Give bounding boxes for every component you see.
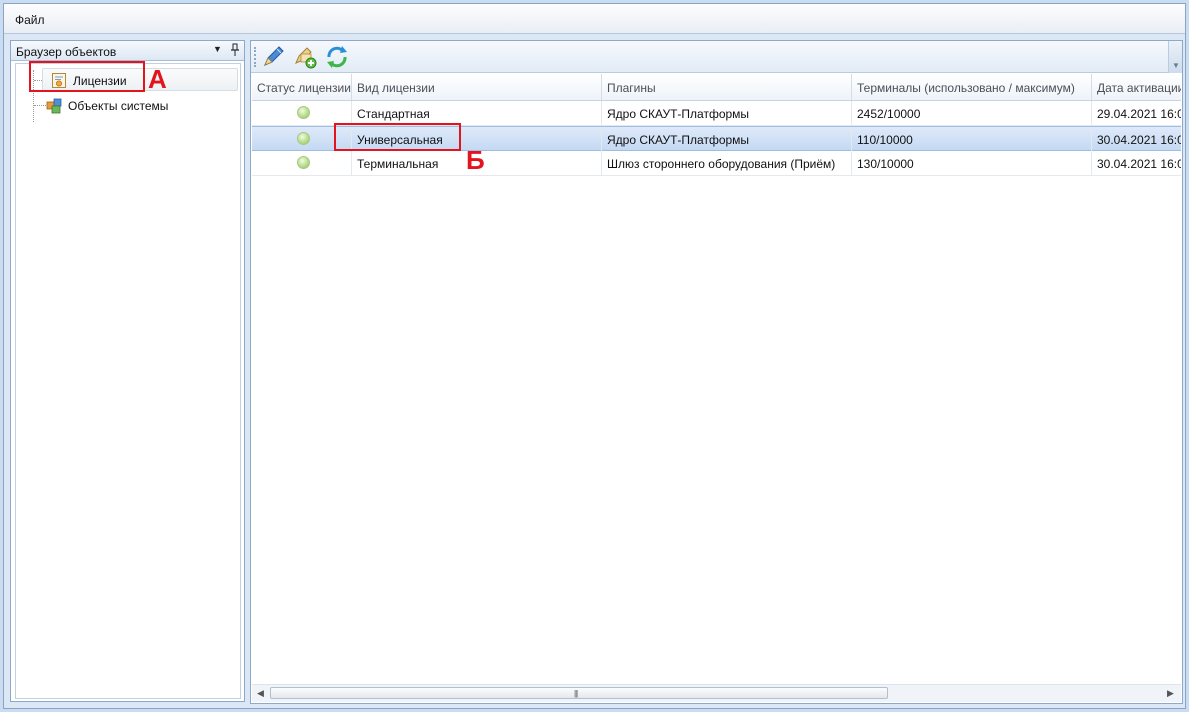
- table-row[interactable]: Терминальная Шлюз стороннего оборудовани…: [252, 151, 1181, 176]
- licenses-table: Статус лицензии Вид лицензии Плагины Тер…: [252, 74, 1181, 684]
- menu-file[interactable]: Файл: [15, 13, 45, 27]
- horizontal-scrollbar[interactable]: ◀ ||| ▶: [252, 684, 1181, 702]
- tree-item-label: Объекты системы: [68, 99, 169, 113]
- toolbar: [251, 41, 1168, 73]
- pin-icon[interactable]: [230, 43, 240, 57]
- menu-bar: Файл: [4, 4, 1185, 34]
- column-header-plugins[interactable]: Плагины: [602, 74, 852, 100]
- terminals-cell: 130/10000: [852, 151, 1092, 175]
- add-button[interactable]: [291, 44, 319, 70]
- system-objects-icon: [46, 98, 62, 114]
- status-active-icon: [297, 106, 310, 119]
- activation-date-cell: 30.04.2021 16:07: [1092, 127, 1181, 151]
- edit-button[interactable]: [259, 44, 287, 70]
- refresh-icon: [327, 46, 347, 68]
- toolbar-overflow-button[interactable]: ▼: [1168, 41, 1182, 73]
- activation-date-cell: 29.04.2021 16:03: [1092, 101, 1181, 125]
- object-browser-title: Браузер объектов: [16, 45, 117, 59]
- chevron-down-icon[interactable]: ▼: [213, 44, 222, 54]
- column-header-type[interactable]: Вид лицензии: [352, 74, 602, 100]
- refresh-button[interactable]: [323, 44, 351, 70]
- annotation-box-b: [334, 123, 461, 151]
- status-active-icon: [297, 132, 310, 145]
- status-active-icon: [297, 156, 310, 169]
- scroll-left-icon[interactable]: ◀: [257, 688, 264, 699]
- activation-date-cell: 30.04.2021 16:08: [1092, 151, 1181, 175]
- annotation-box-a: [29, 61, 145, 92]
- object-tree: Лицензии Объекты системы: [15, 63, 241, 699]
- scrollbar-thumb[interactable]: |||: [270, 687, 888, 699]
- status-cell: [252, 101, 352, 125]
- column-header-activation-date[interactable]: Дата активации: [1092, 74, 1181, 100]
- grip-icon: |||: [574, 689, 578, 698]
- terminals-cell: 110/10000: [852, 127, 1092, 151]
- chevron-down-icon: ▼: [1172, 61, 1180, 70]
- terminals-cell: 2452/10000: [852, 101, 1092, 125]
- object-browser-panel: Браузер объектов ▼ Лицензии Объекты сист…: [10, 40, 245, 702]
- tree-item-system-objects[interactable]: Объекты системы: [46, 94, 236, 116]
- status-cell: [252, 151, 352, 175]
- add-license-icon: [295, 47, 317, 69]
- plugins-cell: Ядро СКАУТ-Платформы: [602, 101, 852, 125]
- license-type-cell: Стандартная: [352, 101, 602, 125]
- pencil-icon: [264, 46, 284, 66]
- annotation-label-b: Б: [466, 145, 485, 175]
- column-header-terminals[interactable]: Терминалы (использовано / максимум): [852, 74, 1092, 100]
- column-header-status[interactable]: Статус лицензии: [252, 74, 352, 100]
- scroll-right-icon[interactable]: ▶: [1167, 688, 1174, 699]
- object-browser-header: Браузер объектов ▼: [11, 41, 244, 61]
- plugins-cell: Шлюз стороннего оборудования (Приём): [602, 151, 852, 175]
- plugins-cell: Ядро СКАУТ-Платформы: [602, 127, 852, 151]
- annotation-label-a: А: [148, 64, 167, 94]
- table-header: Статус лицензии Вид лицензии Плагины Тер…: [252, 74, 1181, 101]
